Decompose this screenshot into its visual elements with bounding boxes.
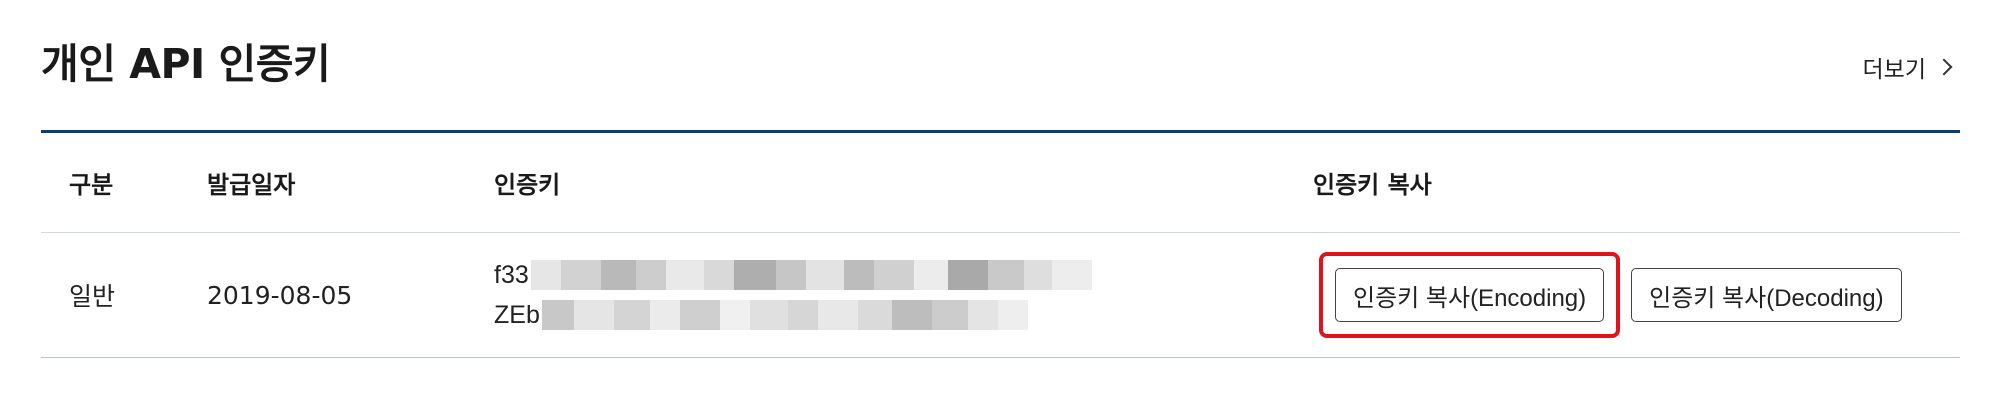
api-key-line-2: ZEb <box>494 300 1028 330</box>
page-title: 개인 API 인증키 <box>41 40 331 88</box>
api-key-value: f33 ZEb <box>494 233 1092 357</box>
copy-key-encoding-button[interactable]: 인증키 복사(Encoding) <box>1335 268 1605 322</box>
column-header-issued-date: 발급일자 <box>207 171 296 199</box>
table-row: 일반 2019-08-05 f33 ZEb 인증키 복사(Encoding) 인… <box>41 233 1960 358</box>
column-header-key-copy: 인증키 복사 <box>1313 171 1432 199</box>
api-key-redaction-1 <box>530 260 1092 290</box>
api-key-table: 구분 발급일자 인증키 인증키 복사 일반 2019-08-05 f33 ZEb… <box>41 130 1960 358</box>
more-link[interactable]: 더보기 <box>1862 50 1953 84</box>
row-issued-date: 2019-08-05 <box>207 280 353 310</box>
api-key-line-2-text: ZEb <box>494 300 540 329</box>
api-key-line-1: f33 <box>494 260 1092 290</box>
highlight-annotation: 인증키 복사(Encoding) <box>1319 252 1621 338</box>
copy-key-decoding-button[interactable]: 인증키 복사(Decoding) <box>1631 268 1902 322</box>
column-header-key: 인증키 <box>494 171 561 199</box>
column-header-type: 구분 <box>69 171 114 199</box>
table-header-row: 구분 발급일자 인증키 인증키 복사 <box>41 133 1960 233</box>
more-link-label: 더보기 <box>1862 57 1926 83</box>
api-key-redaction-2 <box>541 300 1028 330</box>
copy-button-group: 인증키 복사(Encoding) 인증키 복사(Decoding) <box>1319 233 1902 357</box>
api-key-section: 개인 API 인증키 더보기 구분 발급일자 인증키 인증키 복사 일반 201… <box>0 0 2000 395</box>
api-key-line-1-text: f33 <box>494 260 529 289</box>
chevron-right-icon <box>1935 58 1953 76</box>
row-type: 일반 <box>69 282 116 311</box>
